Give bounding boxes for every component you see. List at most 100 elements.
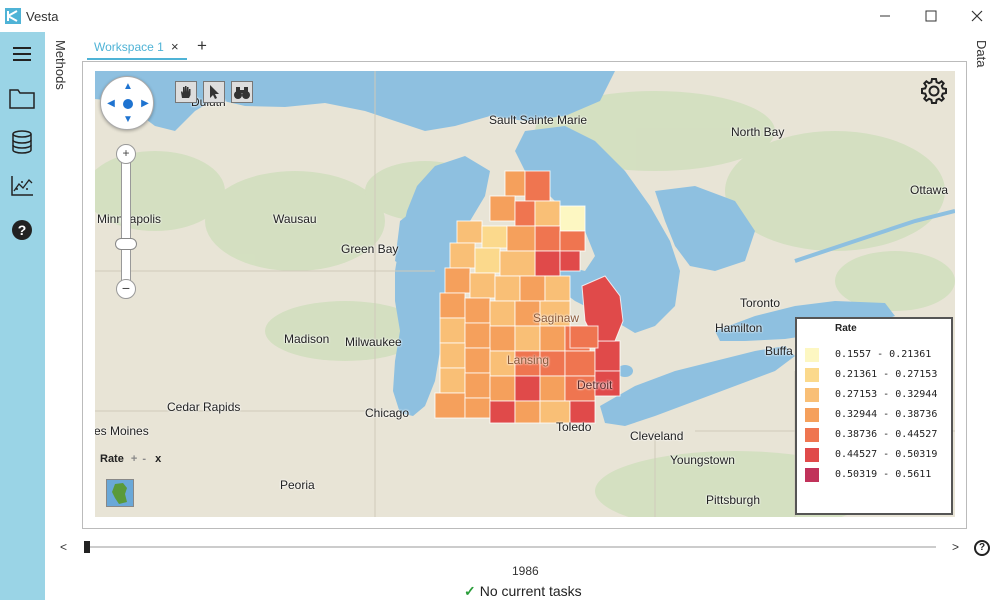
folder-icon (9, 89, 35, 109)
timeline-next-button[interactable]: > (952, 540, 959, 554)
legend-label: 0.50319 - 0.5611 (835, 469, 932, 480)
pan-tool-button[interactable] (175, 81, 197, 103)
timeline-help-button[interactable]: ? (974, 540, 990, 556)
timeline-slider[interactable] (86, 546, 936, 548)
help-icon: ? (12, 220, 32, 240)
pan-right-icon[interactable]: ▶ (140, 99, 150, 109)
layer-close-button[interactable]: x (155, 453, 161, 465)
chart-button[interactable] (8, 172, 36, 200)
layer-remove-button[interactable]: - (142, 453, 146, 465)
legend-item: 0.32944 - 0.38736 (805, 408, 950, 422)
binoculars-icon (234, 87, 250, 99)
data-panel-toggle[interactable]: Data (974, 40, 989, 67)
tab-workspace-1[interactable]: Workspace 1 × (87, 36, 187, 60)
menu-icon (13, 47, 31, 61)
timeline-slider-thumb[interactable] (84, 541, 90, 553)
close-window-button[interactable] (954, 0, 1000, 32)
city-label-youngstown: Youngstown (670, 453, 735, 467)
pointer-icon (210, 85, 219, 99)
help-button[interactable]: ? (8, 216, 36, 244)
legend-label: 0.32944 - 0.38736 (835, 409, 938, 420)
tab-close-button[interactable]: × (171, 39, 179, 54)
city-label-buffalo: Buffa (765, 344, 793, 358)
minimize-icon (880, 15, 890, 17)
menu-button[interactable] (8, 40, 36, 68)
city-label-pittsburgh: Pittsburgh (706, 493, 761, 507)
city-label-toronto: Toronto (740, 296, 781, 310)
left-toolbar: ? (0, 32, 45, 600)
title-bar: Vesta (0, 0, 1000, 32)
city-label-milwaukee: Milwaukee (345, 335, 402, 349)
legend-swatch (805, 388, 819, 402)
city-label-lansing: Lansing (507, 353, 550, 367)
maximize-icon (925, 10, 937, 22)
layer-control: Rate + - x (100, 453, 161, 465)
city-label-green-bay: Green Bay (341, 242, 399, 256)
legend-label: 0.27153 - 0.32944 (835, 389, 938, 400)
legend-label: 0.38736 - 0.44527 (835, 429, 938, 440)
status-bar: ✓ No current tasks (464, 583, 582, 600)
pan-reset-icon[interactable] (123, 99, 133, 109)
hand-icon (181, 86, 191, 98)
maximize-button[interactable] (908, 0, 954, 32)
legend-item: 0.21361 - 0.27153 (805, 368, 950, 382)
tab-label: Workspace 1 (94, 40, 164, 54)
database-icon (12, 130, 32, 154)
database-button[interactable] (8, 128, 36, 156)
pan-up-icon[interactable]: ▲ (123, 82, 133, 92)
zoom-in-button[interactable]: + (116, 144, 136, 164)
select-tool-button[interactable] (203, 81, 225, 103)
legend-item: 0.50319 - 0.5611 (805, 468, 950, 482)
legend-item: 0.38736 - 0.44527 (805, 428, 950, 442)
city-label-des-moines: es Moines (95, 424, 149, 438)
pan-control: ▲ ▼ ◀ ▶ (100, 76, 154, 130)
gear-icon[interactable] (918, 75, 950, 107)
city-label-cleveland: Cleveland (630, 429, 684, 443)
zoom-out-button[interactable]: − (116, 279, 136, 299)
city-label-peoria: Peoria (280, 478, 315, 492)
pan-down-icon[interactable]: ▼ (123, 115, 133, 125)
zoom-slider-thumb[interactable] (115, 238, 137, 250)
legend-label: 0.44527 - 0.50319 (835, 449, 938, 460)
window-title: Vesta (26, 9, 59, 24)
identify-tool-button[interactable] (231, 81, 253, 103)
timeline-year: 1986 (512, 564, 539, 578)
close-icon (971, 10, 983, 22)
legend-swatch (805, 448, 819, 462)
layer-add-button[interactable]: + (131, 453, 137, 465)
city-label-north-bay: North Bay (731, 125, 785, 139)
city-label-ottawa: Ottawa (910, 183, 949, 197)
legend-label: 0.21361 - 0.27153 (835, 369, 938, 380)
legend-title: Rate (835, 323, 857, 334)
vesta-app-window: Vesta ? Methods Data Workspace 1 × + Sau… (0, 0, 1000, 600)
pan-left-icon[interactable]: ◀ (106, 99, 116, 109)
minimize-button[interactable] (862, 0, 908, 32)
legend-label: 0.1557 - 0.21361 (835, 349, 932, 360)
legend-item: 0.1557 - 0.21361 (805, 348, 950, 362)
timeline-prev-button[interactable]: < (60, 540, 67, 554)
basemap-icon (107, 480, 133, 506)
status-text: No current tasks (479, 583, 582, 599)
city-label-chicago: Chicago (365, 406, 410, 420)
legend-swatch (805, 408, 819, 422)
vesta-logo-icon (5, 8, 21, 24)
open-file-button[interactable] (8, 84, 36, 112)
basemap-button[interactable] (106, 479, 134, 507)
checkmark-icon: ✓ (464, 583, 476, 599)
legend-swatch (805, 468, 819, 482)
add-tab-button[interactable]: + (197, 36, 207, 56)
city-label-saginaw: Saginaw (533, 311, 580, 325)
layer-name[interactable]: Rate (100, 453, 124, 465)
city-label-toledo: Toledo (556, 420, 592, 434)
chart-icon (11, 176, 33, 196)
zoom-slider[interactable] (121, 155, 131, 293)
methods-panel-toggle[interactable]: Methods (53, 40, 68, 90)
city-label-detroit: Detroit (577, 378, 613, 392)
city-label-hamilton: Hamilton (715, 321, 763, 335)
map-view[interactable]: Duluth Sault Sainte Marie North Bay Otta… (95, 71, 955, 517)
legend-swatch (805, 348, 819, 362)
legend-item: 0.27153 - 0.32944 (805, 388, 950, 402)
city-label-wausau: Wausau (273, 212, 317, 226)
legend-item: 0.44527 - 0.50319 (805, 448, 950, 462)
legend-swatch (805, 428, 819, 442)
